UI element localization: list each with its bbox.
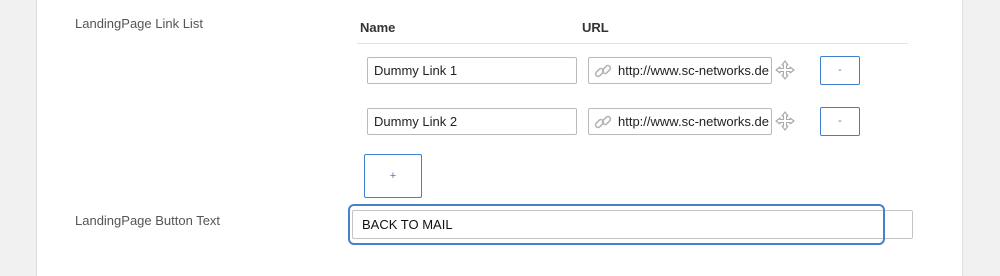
add-link-button[interactable]: +	[364, 154, 422, 198]
name-column-header: Name	[360, 20, 396, 35]
link-icon	[594, 64, 612, 78]
link-url-field-1[interactable]	[588, 57, 772, 84]
link-name-input-2[interactable]	[367, 108, 577, 135]
link-url-input-1[interactable]	[618, 58, 770, 83]
link-icon	[594, 115, 612, 129]
remove-link-button-1[interactable]: -	[820, 56, 860, 85]
link-url-input-2[interactable]	[618, 109, 770, 134]
url-column-header: URL	[582, 20, 609, 35]
move-icon[interactable]	[775, 111, 795, 131]
link-url-field-2[interactable]	[588, 108, 772, 135]
link-name-input-1[interactable]	[367, 57, 577, 84]
remove-link-button-2[interactable]: -	[820, 107, 860, 136]
header-divider	[357, 43, 908, 44]
button-text-label: LandingPage Button Text	[75, 213, 221, 228]
form-panel: LandingPage Link List Name URL -	[36, 0, 963, 276]
button-text-input[interactable]	[352, 210, 913, 239]
link-list-label: LandingPage Link List	[75, 16, 203, 31]
move-icon[interactable]	[775, 60, 795, 80]
